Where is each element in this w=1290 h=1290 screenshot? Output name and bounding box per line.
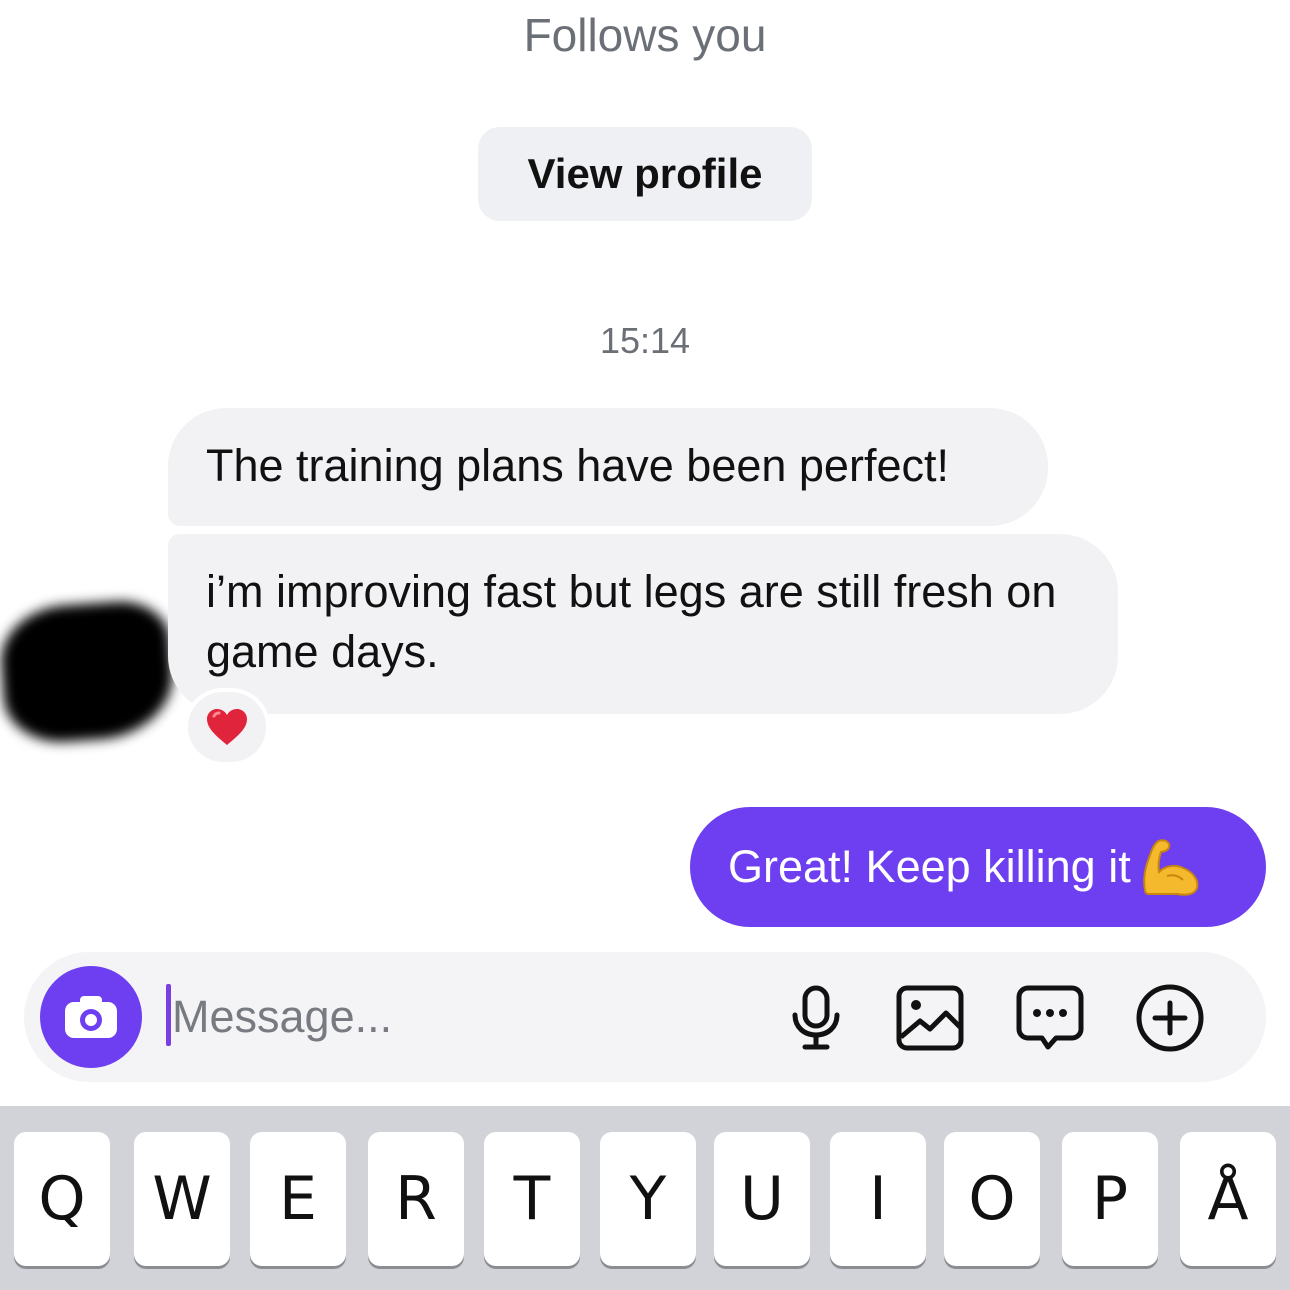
key-p[interactable]: P <box>1062 1132 1158 1266</box>
message-text: i’m improving fast but legs are still fr… <box>206 566 1057 677</box>
camera-button[interactable] <box>40 966 142 1068</box>
outgoing-message-bubble[interactable]: Great! Keep killing it <box>690 807 1266 927</box>
message-timestamp: 15:14 <box>599 320 691 361</box>
message-text: Great! Keep killing it <box>728 841 1131 892</box>
message-input[interactable] <box>172 982 732 1052</box>
gallery-button[interactable] <box>894 982 966 1054</box>
microphone-icon <box>792 985 840 1050</box>
key-y[interactable]: Y <box>600 1132 696 1266</box>
plus-circle-icon <box>1136 984 1204 1052</box>
key-w[interactable]: W <box>134 1132 230 1266</box>
chat-screen: Follows you View profile 15:14 The train… <box>0 0 1290 1290</box>
incoming-message-bubble[interactable]: i’m improving fast but legs are still fr… <box>168 534 1118 714</box>
avatar[interactable] <box>0 598 177 746</box>
key-q[interactable]: Q <box>14 1132 110 1266</box>
keyboard: Q W E R T Y U I O P Å <box>0 1106 1290 1290</box>
more-options-button[interactable] <box>1134 982 1206 1054</box>
image-icon <box>896 985 964 1051</box>
incoming-message-bubble[interactable]: The training plans have been perfect! <box>168 408 1048 526</box>
key-t[interactable]: T <box>484 1132 580 1266</box>
key-e[interactable]: E <box>250 1132 346 1266</box>
key-r[interactable]: R <box>368 1132 464 1266</box>
sticker-button[interactable] <box>1014 982 1086 1054</box>
chat-bubble-icon <box>1016 985 1084 1050</box>
key-o[interactable]: O <box>944 1132 1040 1266</box>
text-cursor <box>166 984 171 1046</box>
camera-icon <box>65 996 117 1038</box>
voice-message-button[interactable] <box>780 982 852 1054</box>
reaction-badge[interactable] <box>184 688 270 766</box>
message-text: The training plans have been perfect! <box>206 440 949 491</box>
key-u[interactable]: U <box>714 1132 810 1266</box>
key-a-ring[interactable]: Å <box>1180 1132 1276 1266</box>
red-heart-icon <box>207 709 247 745</box>
view-profile-button[interactable]: View profile <box>478 127 812 221</box>
flexed-biceps-icon <box>1142 839 1199 896</box>
key-i[interactable]: I <box>830 1132 926 1266</box>
follows-you-label: Follows you <box>523 9 767 61</box>
message-composer <box>24 952 1266 1082</box>
